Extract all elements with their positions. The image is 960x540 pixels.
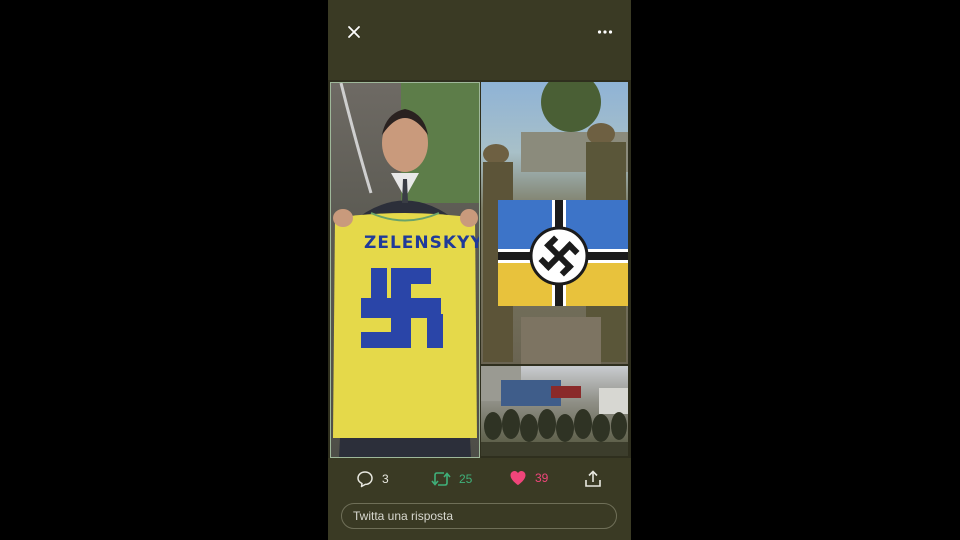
reply-button[interactable]: 3	[356, 470, 389, 488]
reply-input[interactable]	[351, 508, 616, 524]
retweet-icon	[431, 472, 451, 486]
share-button[interactable]	[584, 470, 602, 488]
shirt-text: ZELENSKYY	[364, 233, 480, 253]
heart-icon	[510, 471, 526, 485]
comment-icon	[357, 471, 373, 488]
tweet-action-bar: 3 25 39	[328, 462, 631, 498]
image-right-flag[interactable]	[481, 82, 628, 364]
shirt-photo	[333, 83, 479, 457]
like-count: 39	[535, 471, 549, 485]
reply-count: 3	[382, 472, 389, 486]
more-options-button[interactable]	[593, 20, 617, 44]
tweet-media-viewer: ZELENSKYY 3 25 39 Twitta una risposta	[328, 0, 631, 540]
share-icon	[585, 470, 601, 487]
close-button[interactable]	[342, 20, 366, 44]
group-photo	[481, 366, 628, 456]
image-right-group[interactable]	[481, 366, 628, 456]
like-button[interactable]: 39	[509, 470, 548, 486]
tweet-image-collage[interactable]: ZELENSKYY	[328, 80, 631, 458]
retweet-count: 25	[459, 472, 473, 486]
retweet-button[interactable]: 25	[431, 470, 472, 488]
more-horizontal-icon	[597, 30, 613, 34]
image-left-shirt[interactable]: ZELENSKYY	[330, 82, 480, 458]
reply-box[interactable]	[341, 503, 617, 529]
close-icon	[348, 26, 360, 38]
flag-photo	[483, 82, 628, 364]
